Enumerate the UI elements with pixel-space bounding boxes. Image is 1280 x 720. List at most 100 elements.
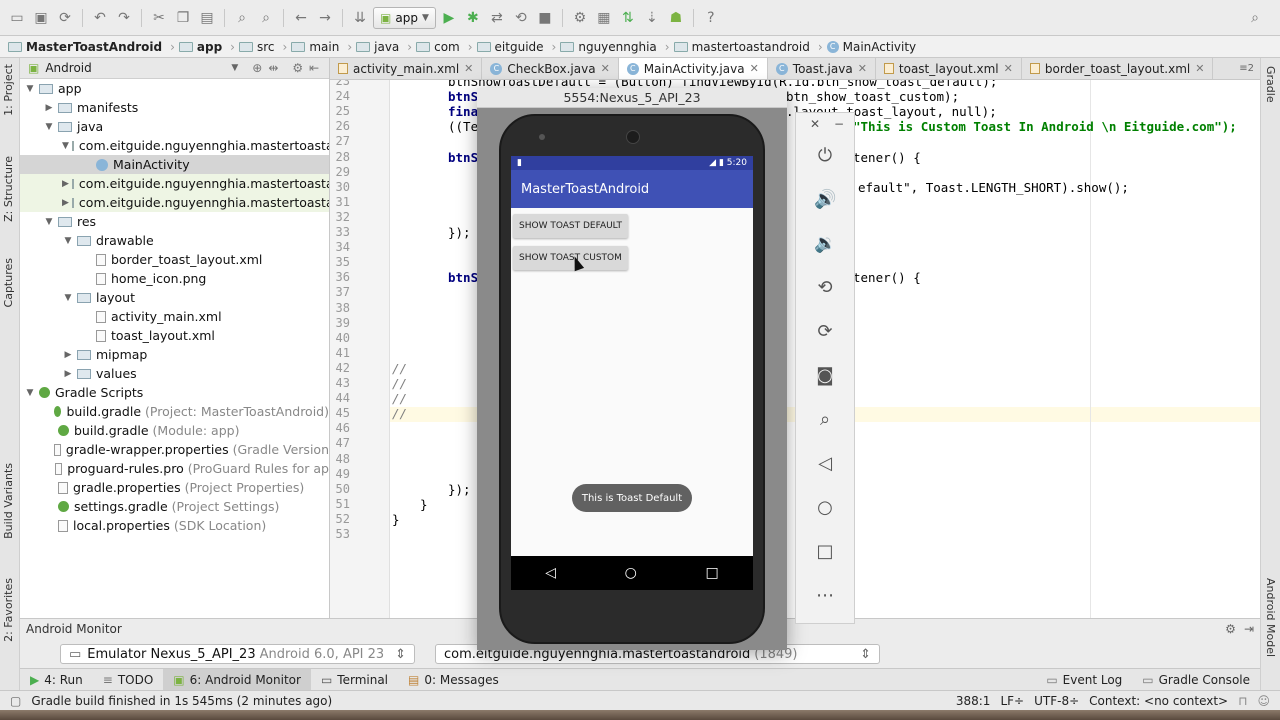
- project-view-select[interactable]: Android: [45, 61, 195, 75]
- chevron-down-icon[interactable]: ▼: [231, 63, 238, 73]
- tab-activity-main-xml[interactable]: activity_main.xml ✕: [330, 58, 483, 79]
- zoom-icon[interactable]: ⌕: [814, 409, 836, 431]
- help-icon[interactable]: ?: [700, 7, 722, 29]
- tree-item[interactable]: ▼ java: [20, 117, 329, 136]
- tab-toast-layout-xml[interactable]: toast_layout.xml ✕: [876, 58, 1022, 79]
- run-icon[interactable]: ▶: [438, 7, 460, 29]
- close-icon[interactable]: ✕: [1195, 62, 1204, 75]
- tree-item[interactable]: toast_layout.xml: [20, 326, 329, 345]
- expanded-arrow-icon[interactable]: ▼: [24, 84, 36, 94]
- tab-toast-java[interactable]: C Toast.java ✕: [768, 58, 876, 79]
- toggle-tool-windows-icon[interactable]: ▢: [10, 694, 21, 708]
- collapse-all-icon[interactable]: ⇹: [268, 61, 278, 75]
- debug-icon[interactable]: ✱: [462, 7, 484, 29]
- tab-messages[interactable]: ▤ 0: Messages: [398, 669, 509, 691]
- tree-item[interactable]: gradle-wrapper.properties (Gradle Version: [20, 440, 329, 459]
- show-toast-default-button[interactable]: SHOW TOAST DEFAULT: [513, 214, 628, 238]
- forward-icon[interactable]: →: [314, 7, 336, 29]
- power-icon[interactable]: ⏻: [814, 145, 836, 167]
- tool-tab-build-variants[interactable]: Build Variants: [2, 463, 15, 539]
- device-screen[interactable]: ▮ ◢ ▮ 5:20 MasterToastAndroid SHOW TOAST…: [511, 156, 753, 556]
- minimize-icon[interactable]: −: [834, 117, 844, 131]
- tree-item[interactable]: build.gradle (Project: MasterToastAndroid…: [20, 402, 329, 421]
- close-icon[interactable]: ✕: [601, 62, 610, 75]
- rotate-left-icon[interactable]: ⟲: [814, 277, 836, 299]
- sync-icon[interactable]: ⟳: [54, 7, 76, 29]
- tab-todo[interactable]: ≡ TODO: [93, 669, 164, 691]
- cut-icon[interactable]: ✂: [148, 7, 170, 29]
- file-encoding[interactable]: UTF-8÷: [1034, 694, 1079, 708]
- lock-icon[interactable]: ⊓: [1238, 694, 1247, 708]
- nav-recents-icon[interactable]: □: [705, 565, 718, 581]
- tree-item[interactable]: settings.gradle (Project Settings): [20, 497, 329, 516]
- breadcrumb-item[interactable]: app ›: [178, 40, 235, 54]
- tab-gradle-console[interactable]: ▭ Gradle Console: [1132, 669, 1260, 691]
- tree-item[interactable]: ▶ com.eitguide.nguyennghia.mastertoasta: [20, 193, 329, 212]
- tree-item[interactable]: proguard-rules.pro (ProGuard Rules for ap: [20, 459, 329, 478]
- tree-item[interactable]: border_toast_layout.xml: [20, 250, 329, 269]
- android-device-monitor-icon[interactable]: ☗: [665, 7, 687, 29]
- apply-changes-icon[interactable]: ⟲: [510, 7, 532, 29]
- nav-home-icon[interactable]: ○: [625, 565, 637, 581]
- tree-item[interactable]: gradle.properties (Project Properties): [20, 478, 329, 497]
- breadcrumb-item[interactable]: mastertoastandroid ›: [673, 40, 823, 54]
- tree-item[interactable]: ▶ manifests: [20, 98, 329, 117]
- tree-item[interactable]: ▼ layout: [20, 288, 329, 307]
- expanded-arrow-icon[interactable]: ▼: [24, 388, 36, 398]
- expanded-arrow-icon[interactable]: ▼: [62, 236, 74, 246]
- breadcrumb-item[interactable]: C MainActivity: [826, 40, 916, 54]
- device-select[interactable]: ▭ Emulator Nexus_5_API_23 Android 6.0, A…: [60, 644, 415, 664]
- volume-up-icon[interactable]: 🔊: [814, 189, 836, 211]
- undo-icon[interactable]: ↶: [89, 7, 111, 29]
- hide-panel-icon[interactable]: ⇥: [1244, 622, 1254, 636]
- tree-item[interactable]: ▶ mipmap: [20, 345, 329, 364]
- tool-tab-captures[interactable]: Captures: [2, 258, 15, 307]
- tool-tab-favorites[interactable]: 2: Favorites: [2, 578, 15, 642]
- back-icon[interactable]: ←: [290, 7, 312, 29]
- breadcrumb-item[interactable]: nguyennghia ›: [560, 40, 670, 54]
- expanded-arrow-icon[interactable]: ▼: [43, 217, 55, 227]
- close-icon[interactable]: ✕: [1004, 62, 1013, 75]
- search-everywhere-icon[interactable]: ⌕: [1244, 7, 1266, 29]
- open-folder-icon[interactable]: ▭: [6, 7, 28, 29]
- stop-icon[interactable]: ■: [534, 7, 556, 29]
- gear-icon[interactable]: ⚙: [1225, 622, 1236, 636]
- caret-position[interactable]: 388:1: [956, 694, 991, 708]
- rotate-right-icon[interactable]: ⟳: [814, 321, 836, 343]
- collapsed-arrow-icon[interactable]: ▶: [62, 350, 74, 360]
- hide-panel-icon[interactable]: ⇤: [309, 61, 319, 75]
- tab-checkbox-java[interactable]: C CheckBox.java ✕: [482, 58, 619, 79]
- tree-item[interactable]: activity_main.xml: [20, 307, 329, 326]
- back-icon[interactable]: ◁: [814, 453, 836, 475]
- breadcrumb-item[interactable]: eitguide ›: [476, 40, 556, 54]
- breadcrumb-item[interactable]: java ›: [356, 40, 412, 54]
- sync-gradle-icon[interactable]: ⇅: [617, 7, 639, 29]
- collapsed-arrow-icon[interactable]: ▶: [43, 103, 55, 113]
- copy-icon[interactable]: ❐: [172, 7, 194, 29]
- tree-item[interactable]: local.properties (SDK Location): [20, 516, 329, 535]
- more-icon[interactable]: ⋯: [814, 585, 836, 607]
- tab-border-toast-layout-xml[interactable]: border_toast_layout.xml ✕: [1022, 58, 1214, 79]
- tree-item[interactable]: ▼ com.eitguide.nguyennghia.mastertoasta: [20, 136, 329, 155]
- scroll-from-source-icon[interactable]: ⊕: [252, 61, 262, 75]
- close-icon[interactable]: ✕: [464, 62, 473, 75]
- expanded-arrow-icon[interactable]: ▼: [62, 293, 74, 303]
- save-icon[interactable]: ▣: [30, 7, 52, 29]
- run-config-select[interactable]: ▣ app ▼: [373, 6, 436, 29]
- collapsed-arrow-icon[interactable]: ▶: [62, 198, 69, 208]
- find-icon[interactable]: ⌕: [231, 7, 253, 29]
- breadcrumb-item[interactable]: MasterToastAndroid ›: [8, 40, 175, 54]
- collapsed-arrow-icon[interactable]: ▶: [62, 179, 69, 189]
- volume-down-icon[interactable]: 🔉: [814, 233, 836, 255]
- tool-tab-gradle[interactable]: Gradle: [1264, 66, 1277, 103]
- tree-item[interactable]: ▼ res: [20, 212, 329, 231]
- tab-overflow-button[interactable]: ≡2: [1239, 58, 1260, 79]
- expanded-arrow-icon[interactable]: ▼: [43, 122, 55, 132]
- close-icon[interactable]: ✕: [810, 117, 820, 131]
- tab-android-monitor[interactable]: ▣ 6: Android Monitor: [163, 668, 311, 691]
- tree-item[interactable]: ▶ com.eitguide.nguyennghia.mastertoasta: [20, 174, 329, 193]
- tab-terminal[interactable]: ▭ Terminal: [311, 669, 398, 691]
- tree-item[interactable]: ▼ Gradle Scripts: [20, 383, 329, 402]
- camera-icon[interactable]: ◙: [814, 365, 836, 387]
- tree-item[interactable]: MainActivity: [20, 155, 329, 174]
